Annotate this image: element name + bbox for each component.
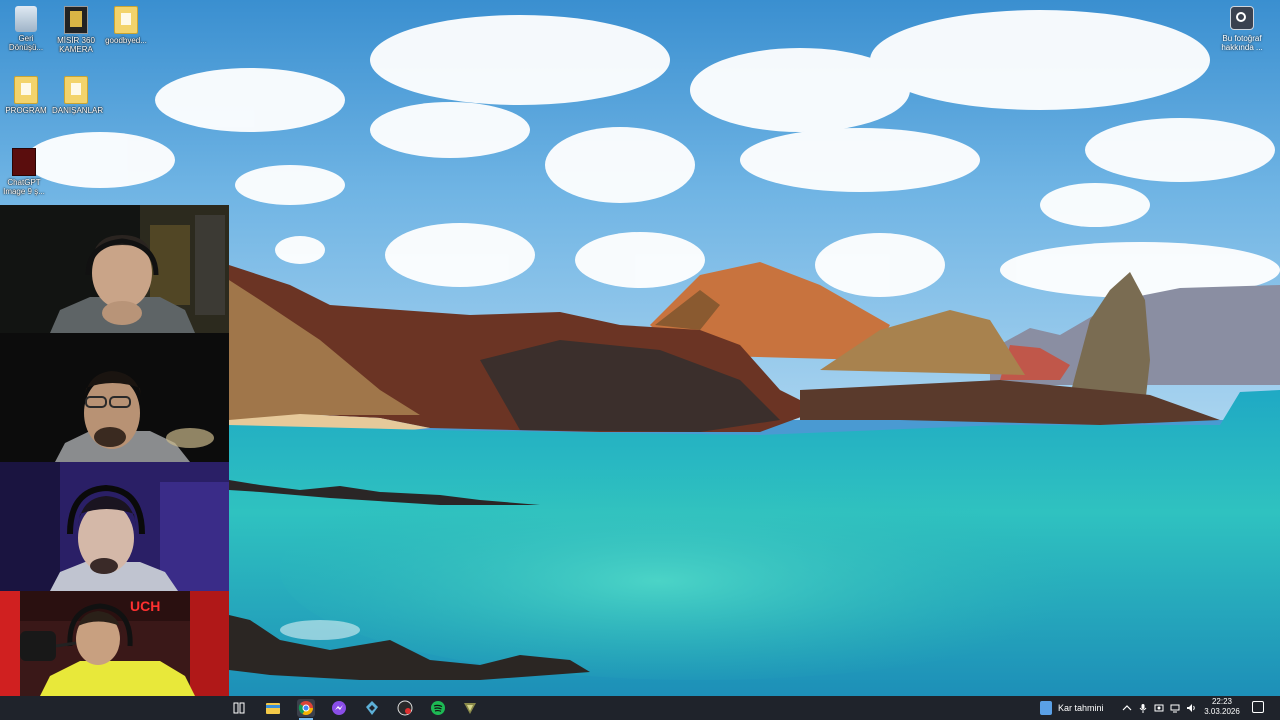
desktop-icon-label: PROGRAM	[5, 106, 47, 115]
webcam-participant-4: UCH	[0, 591, 229, 696]
desktop-icon-label: Geri Dönüşü...	[8, 34, 44, 52]
image-file-icon	[12, 148, 36, 176]
spotify-icon	[431, 701, 445, 715]
webcam-participant-2	[0, 333, 229, 462]
messenger-icon	[332, 701, 346, 715]
microphone-icon[interactable]	[1138, 703, 1148, 713]
taskbar: Kar tahmini 22:23 3.03.2026	[0, 696, 1280, 720]
desktop-icon-label: DANIŞANLAR	[52, 106, 104, 115]
chrome-button[interactable]	[297, 699, 315, 720]
recorder-icon	[397, 700, 413, 716]
file-explorer-button[interactable]	[264, 699, 282, 717]
desktop-icon-label: MİSİR 360 KAMERA	[57, 36, 95, 54]
camera-icon[interactable]	[1154, 703, 1164, 713]
desktop-icon-misir-kamera[interactable]: MİSİR 360 KAMERA	[52, 6, 100, 54]
folder-icon	[14, 76, 38, 104]
notification-center-icon[interactable]	[1252, 701, 1264, 713]
about-this-photo-icon[interactable]: Bu fotoğraf hakkında ...	[1216, 6, 1268, 52]
chevron-up-icon[interactable]	[1122, 703, 1132, 713]
chrome-icon	[298, 701, 313, 715]
webcam-participant-1	[0, 205, 229, 333]
desktop-icon-label: ChatGPT Image 9 ş...	[3, 178, 45, 196]
webcam-participant-3	[0, 462, 229, 591]
system-tray	[1122, 700, 1196, 716]
vpn-button[interactable]	[363, 699, 381, 717]
folder-icon	[114, 6, 138, 34]
network-icon[interactable]	[1170, 703, 1180, 713]
desktop-icon-danisanlar[interactable]: DANIŞANLAR	[52, 76, 104, 115]
recorder-button[interactable]	[396, 699, 414, 717]
app-button[interactable]	[461, 699, 479, 717]
desktop-icon-label: goodbyed...	[105, 36, 147, 45]
desktop-icon-recycle-bin[interactable]: Geri Dönüşü...	[2, 6, 50, 52]
weather-icon	[1040, 701, 1052, 715]
folder-icon	[64, 76, 88, 104]
folder-dark-icon	[64, 6, 88, 34]
task-view-button[interactable]	[230, 699, 248, 717]
vpn-icon	[366, 701, 378, 715]
recycle-bin-icon	[15, 6, 37, 32]
task-view-icon	[233, 702, 245, 714]
desktop-icon-chatgpt-image[interactable]: ChatGPT Image 9 ş...	[0, 148, 48, 196]
weather-label: Kar tahmini	[1058, 703, 1104, 713]
app-icon	[464, 703, 476, 714]
clock-date: 3.03.2026	[1204, 707, 1240, 716]
volume-icon[interactable]	[1186, 703, 1196, 713]
neon-sign-text: UCH	[130, 598, 160, 614]
messenger-button[interactable]	[330, 699, 348, 717]
spotify-button[interactable]	[429, 699, 447, 717]
desktop-icon-program[interactable]: PROGRAM	[2, 76, 50, 115]
file-explorer-icon	[266, 703, 280, 714]
weather-widget[interactable]: Kar tahmini	[1040, 699, 1104, 717]
about-this-photo-label: Bu fotoğraf hakkında ...	[1221, 34, 1263, 52]
camera-lens-icon	[1230, 6, 1254, 30]
clock-time: 22:23	[1211, 697, 1233, 706]
clock[interactable]: 22:23 3.03.2026	[1198, 697, 1246, 717]
desktop-icon-goodbyed[interactable]: goodbyed...	[102, 6, 150, 45]
